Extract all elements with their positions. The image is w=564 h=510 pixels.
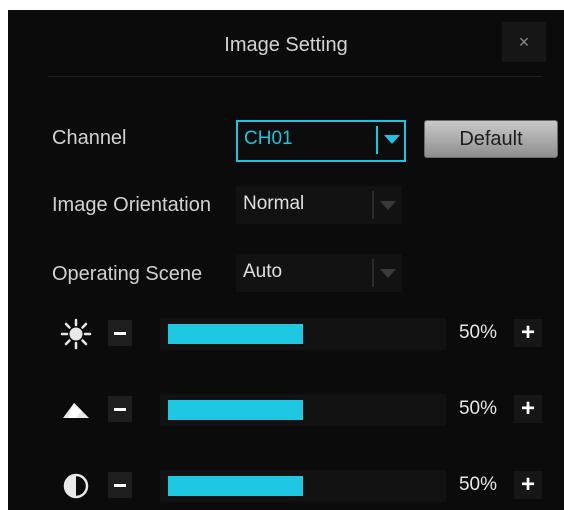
- channel-label: Channel: [52, 127, 127, 149]
- operating-scene-label: Operating Scene: [52, 263, 203, 285]
- close-button[interactable]: ×: [502, 22, 546, 62]
- brightness-slider-row: 50% +: [8, 314, 564, 354]
- contrast-icon: [60, 394, 92, 426]
- image-orientation-select[interactable]: Normal: [236, 186, 402, 224]
- contrast-slider-fill: [168, 400, 303, 420]
- dialog-title: Image Setting: [224, 34, 348, 56]
- chevron-down-icon[interactable]: [380, 269, 396, 278]
- contrast-percent: 50%: [458, 398, 498, 419]
- channel-select[interactable]: CH01: [236, 120, 406, 162]
- brightness-minus-button[interactable]: [108, 320, 132, 346]
- brightness-icon: [60, 318, 92, 350]
- brightness-slider[interactable]: [160, 318, 446, 350]
- brightness-slider-fill: [168, 324, 303, 344]
- saturation-percent: 50%: [458, 474, 498, 495]
- channel-value: CH01: [244, 128, 293, 149]
- saturation-plus-button[interactable]: +: [514, 471, 542, 499]
- saturation-slider-row: 50% +: [8, 466, 564, 506]
- saturation-minus-button[interactable]: [108, 472, 132, 498]
- title-divider: [48, 76, 542, 77]
- contrast-slider-row: 50% +: [8, 390, 564, 430]
- image-setting-dialog: Image Setting × Channel CH01 Default Ima…: [8, 10, 564, 510]
- close-icon: ×: [518, 31, 530, 52]
- operating-scene-select[interactable]: Auto: [236, 254, 402, 292]
- contrast-slider[interactable]: [160, 394, 446, 426]
- dropdown-separator: [372, 259, 374, 287]
- default-button[interactable]: Default: [424, 120, 558, 158]
- saturation-slider-fill: [168, 476, 303, 496]
- chevron-down-icon[interactable]: [384, 135, 400, 144]
- image-orientation-value: Normal: [243, 193, 305, 214]
- saturation-icon: [60, 470, 92, 502]
- dropdown-separator: [376, 126, 378, 154]
- dropdown-separator: [372, 191, 374, 219]
- brightness-percent: 50%: [458, 322, 498, 343]
- contrast-plus-button[interactable]: +: [514, 395, 542, 423]
- operating-scene-value: Auto: [243, 261, 283, 282]
- brightness-plus-button[interactable]: +: [514, 319, 542, 347]
- saturation-slider[interactable]: [160, 470, 446, 502]
- contrast-minus-button[interactable]: [108, 396, 132, 422]
- chevron-down-icon[interactable]: [380, 201, 396, 210]
- image-orientation-label: Image Orientation: [52, 194, 211, 216]
